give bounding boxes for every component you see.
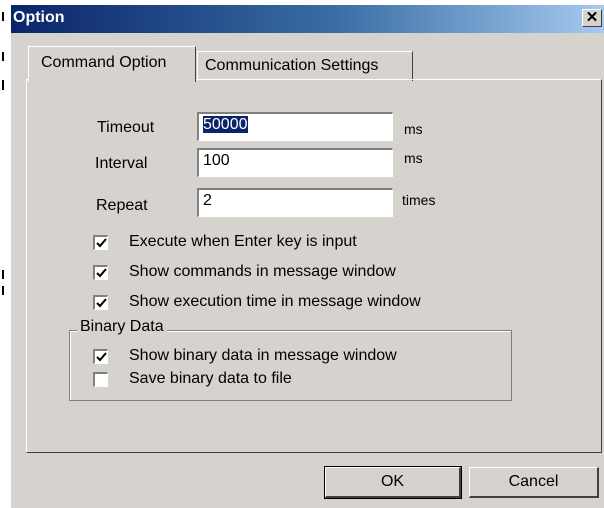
save-binary-data-label: Save binary data to file <box>129 370 292 387</box>
title-bar[interactable]: Option ✕ <box>11 5 604 33</box>
show-execution-time-checkbox[interactable] <box>93 295 108 310</box>
binary-data-group-title: Binary Data <box>77 318 167 336</box>
tab-label: Command Option <box>41 54 167 71</box>
close-button[interactable]: ✕ <box>582 9 602 27</box>
cancel-button[interactable]: Cancel <box>469 467 599 498</box>
timeout-label: Timeout <box>97 119 155 136</box>
interval-value: 100 <box>203 152 230 169</box>
checkmark-icon <box>96 268 107 278</box>
save-binary-data-checkbox[interactable] <box>93 372 108 387</box>
edge-mark <box>2 52 4 61</box>
repeat-unit: times <box>402 192 436 208</box>
repeat-value: 2 <box>203 192 212 209</box>
interval-input[interactable]: 100 <box>197 148 393 177</box>
show-binary-data-checkbox[interactable] <box>93 349 108 364</box>
checkmark-icon <box>96 298 107 308</box>
binary-data-group <box>69 330 512 401</box>
edge-mark <box>2 80 4 90</box>
show-execution-time-label: Show execution time in message window <box>129 293 421 310</box>
background-strip <box>0 0 10 508</box>
tab-communication-settings[interactable]: Communication Settings <box>197 51 413 81</box>
checkmark-icon <box>96 352 107 362</box>
dialog-title: Option <box>13 9 65 26</box>
tab-command-option[interactable]: Command Option <box>28 46 196 82</box>
timeout-value: 50000 <box>203 116 248 133</box>
show-commands-label: Show commands in message window <box>129 263 396 280</box>
interval-unit: ms <box>404 150 423 166</box>
ok-button[interactable]: OK <box>324 466 462 499</box>
close-icon: ✕ <box>585 9 599 26</box>
execute-on-enter-label: Execute when Enter key is input <box>129 233 357 250</box>
interval-label: Interval <box>95 155 148 172</box>
show-binary-data-label: Show binary data in message window <box>129 347 397 364</box>
repeat-label: Repeat <box>96 197 148 214</box>
edge-mark <box>2 12 4 21</box>
show-commands-checkbox[interactable] <box>93 265 108 280</box>
timeout-unit: ms <box>404 121 423 137</box>
edge-mark <box>2 286 4 295</box>
edge-mark <box>2 270 4 279</box>
tab-label: Communication Settings <box>205 57 379 74</box>
execute-on-enter-checkbox[interactable] <box>93 235 108 250</box>
checkmark-icon <box>96 238 107 248</box>
timeout-input[interactable]: 50000 <box>197 112 393 141</box>
option-dialog: Option ✕ Command Option Communication Se… <box>10 5 604 508</box>
repeat-input[interactable]: 2 <box>197 188 393 217</box>
